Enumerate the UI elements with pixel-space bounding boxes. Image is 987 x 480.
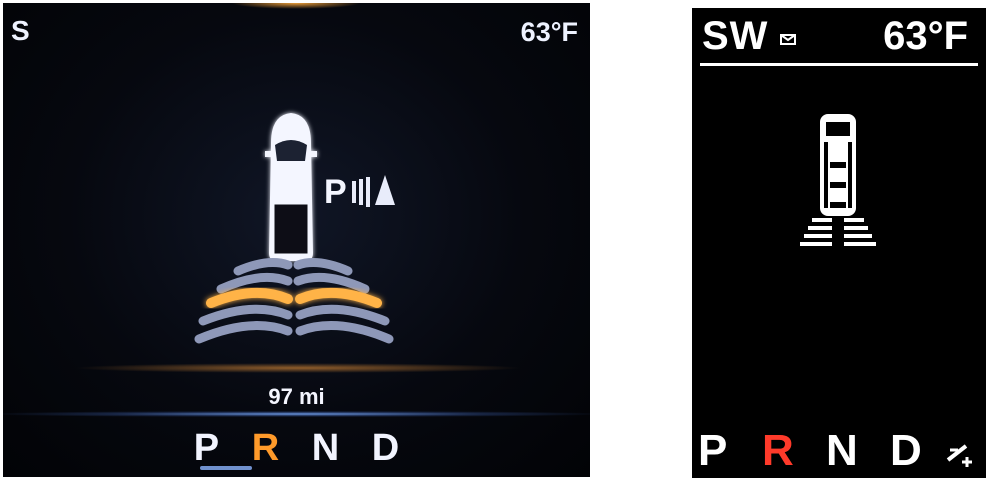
park-assist-icon: P	[324, 173, 347, 211]
active-gear-indicator	[200, 466, 252, 470]
sensor-zone-active-right	[295, 287, 382, 308]
sensor-bar	[844, 218, 864, 222]
sensor-zone-5-left	[194, 321, 293, 344]
gear-r: R	[762, 426, 794, 475]
sensor-zone-5-right	[295, 321, 394, 344]
sensor-zone-4-right	[295, 304, 390, 326]
rear-sensor-zones	[800, 218, 876, 246]
sensor-bar	[844, 226, 868, 230]
divider-glow	[73, 363, 523, 373]
sensor-zone-2-right	[293, 272, 370, 294]
sensor-bar	[804, 234, 832, 238]
sensor-bar	[844, 234, 872, 238]
color-cluster-display: S 63°F P 97 mi P R N D	[3, 3, 590, 477]
sensor-zone-4-left	[198, 304, 293, 326]
gear-p: P	[193, 427, 220, 469]
vehicle-top-view-icon	[265, 113, 317, 261]
gear-selector: P R N D	[3, 427, 590, 470]
trip-distance: 97 mi	[268, 384, 325, 409]
gear-p: P	[698, 426, 728, 475]
park-assist-sensor-icon	[352, 175, 395, 207]
sensor-zone-outer-right	[293, 258, 353, 276]
gear-d: D	[371, 427, 400, 469]
rear-sensor-zones	[194, 258, 394, 344]
sensor-bar	[800, 242, 832, 246]
sensor-bar	[812, 218, 832, 222]
gear-selector: PRND	[698, 426, 954, 476]
divider-bar	[3, 411, 590, 417]
gear-n: N	[826, 426, 858, 475]
sensor-zone-active-left	[206, 287, 293, 308]
sensor-bar	[808, 226, 832, 230]
auto-shift-icon	[946, 444, 972, 467]
vehicle-top-view-icon	[820, 114, 856, 216]
park-assist-graphic	[800, 114, 876, 246]
monochrome-cluster-display: SW 63°F PRND	[692, 8, 986, 478]
gear-n: N	[311, 427, 340, 469]
sensor-zone-outer-left	[233, 258, 293, 276]
gear-r: R	[251, 427, 280, 469]
sensor-bar	[844, 242, 876, 246]
sensor-zone-2-left	[216, 272, 293, 294]
